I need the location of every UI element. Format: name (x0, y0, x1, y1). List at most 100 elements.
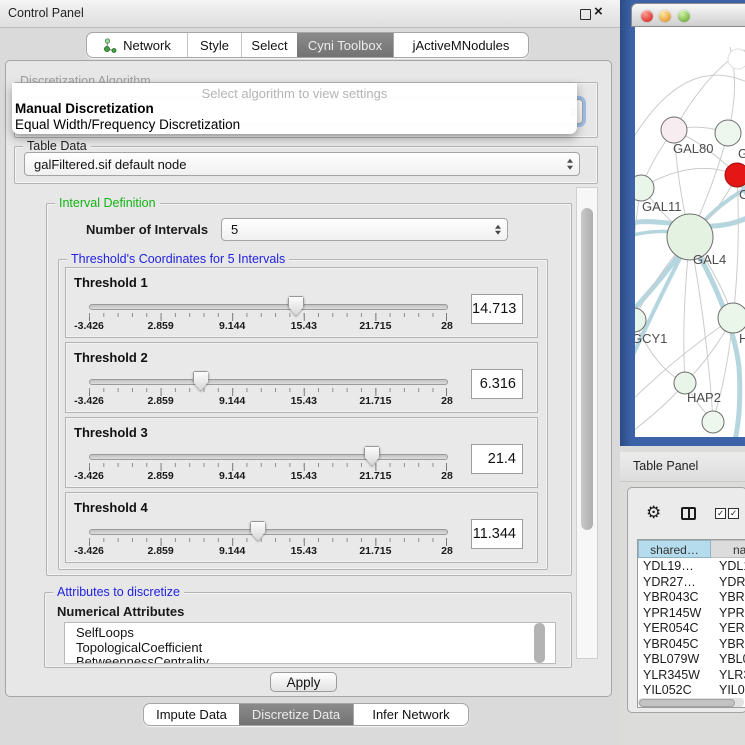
tab-network-label: Network (123, 38, 171, 53)
column-header-name[interactable]: name (711, 540, 745, 558)
tab-style-label: Style (200, 38, 229, 53)
table-horizontal-scrollbar[interactable] (638, 698, 744, 707)
slider-minor-ticks (89, 463, 447, 467)
threshold-2-row: Threshold 2 -3.426 2.859 9.144 15.43 21.… (65, 342, 538, 413)
threshold-1-slider[interactable] (89, 304, 448, 310)
slider-tick-labels: -3.426 2.859 9.144 15.43 21.715 28 (89, 395, 447, 408)
network-canvas[interactable]: GAL80 GA C GAL11 GAL4 GCY1 H HAP2 (635, 27, 745, 437)
node-label-hap2: HAP2 (687, 390, 721, 405)
table-row[interactable]: YBR043CYBR043C (638, 590, 745, 606)
network-nodes[interactable] (635, 49, 745, 433)
slider-tick-labels: -3.426 2.859 9.144 15.43 21.715 28 (89, 545, 447, 558)
list-scrollbar[interactable] (534, 623, 545, 663)
threshold-4-slider[interactable] (89, 529, 448, 535)
table-row[interactable]: YBR045CYBR045C (638, 637, 745, 653)
combo-stepper-icon (495, 224, 501, 235)
bottom-tab-bar: Impute Data Discretize Data Infer Networ… (143, 703, 469, 726)
popup-option-equal-width-frequency[interactable]: Equal Width/Frequency Discretization (12, 117, 577, 133)
tab-infer-network-label: Infer Network (372, 707, 449, 722)
node-gal80 (661, 117, 687, 143)
column-checkbox-icon[interactable]: ✓ (715, 508, 726, 519)
node-label-gal80: GAL80 (673, 141, 713, 156)
tab-select-label: Select (251, 38, 287, 53)
slider-tick-labels: -3.426 2.859 9.144 15.43 21.715 28 (89, 470, 447, 483)
tab-jactivemnodules[interactable]: jActiveMNodules (393, 33, 528, 57)
tab-jactivemnodules-label: jActiveMNodules (413, 38, 510, 53)
numerical-attributes-list[interactable]: SelfLoops TopologicalCoefficient Between… (64, 622, 556, 664)
node-table[interactable]: shared… name YDL19…YDL19… YDR27…YDR27… Y… (637, 539, 745, 708)
node-label-gal4: GAL4 (693, 252, 726, 267)
table-row[interactable]: YPR145WYPR145W (638, 606, 745, 622)
threshold-1-label: Threshold 1 (74, 275, 148, 290)
minimize-traffic-light-icon[interactable] (659, 10, 671, 22)
network-icon (103, 38, 118, 53)
slider-minor-ticks (89, 313, 447, 317)
control-panel: Control Panel × Network Style Select Cyn… (0, 0, 620, 745)
tab-discretize-data-label: Discretize Data (252, 707, 340, 722)
threshold-4-label: Threshold 4 (74, 500, 148, 515)
threshold-1-value-field[interactable]: 14.713 (471, 294, 523, 324)
table-data-select[interactable]: galFiltered.sif default node (24, 152, 580, 176)
tab-infer-network[interactable]: Infer Network (353, 704, 468, 725)
float-window-icon[interactable] (580, 9, 591, 20)
column-header-shared-name[interactable]: shared… (638, 540, 711, 558)
threshold-2-slider[interactable] (89, 379, 448, 385)
list-item[interactable]: BetweennessCentrality (65, 655, 555, 664)
algorithm-dropdown-popup: Select algorithm to view settings Manual… (12, 83, 577, 134)
node-label-h: H (739, 331, 745, 346)
threshold-4-value-field[interactable]: 11.344 (471, 519, 523, 549)
tab-select[interactable]: Select (241, 33, 297, 57)
table-data-group-title: Table Data (23, 139, 91, 153)
close-icon[interactable]: × (594, 3, 603, 20)
table-row[interactable]: YBL079WYBL079W (638, 652, 745, 668)
threshold-2-label: Threshold 2 (74, 350, 148, 365)
popup-prompt: Select algorithm to view settings (12, 86, 577, 101)
panel-title: Control Panel (8, 6, 84, 20)
table-data-selected-value: galFiltered.sif default node (34, 157, 186, 172)
threshold-3-slider[interactable] (89, 454, 448, 460)
list-item[interactable]: TopologicalCoefficient (65, 641, 555, 656)
table-row[interactable]: YIL052CYIL052C (638, 683, 745, 699)
table-horizontal-scrollbar-thumb[interactable] (639, 699, 735, 707)
panel-scrollbar-thumb[interactable] (581, 208, 593, 530)
table-settings-gear-icon[interactable]: ⚙ (646, 503, 661, 523)
table-row[interactable]: YER054CYER054C (638, 621, 745, 637)
table-row[interactable]: YDR27…YDR27… (638, 575, 745, 591)
numerical-attributes-label: Numerical Attributes (57, 604, 184, 619)
popup-option-manual-discretization[interactable]: Manual Discretization (12, 101, 577, 117)
tab-impute-data-label: Impute Data (156, 707, 227, 722)
threshold-1-row: Threshold 1 -3.426 2.859 9.144 15.43 21.… (65, 267, 538, 338)
network-window-titlebar[interactable] (631, 3, 745, 27)
zoom-traffic-light-icon[interactable] (678, 10, 690, 22)
tab-impute-data[interactable]: Impute Data (144, 704, 239, 725)
node-bottom (702, 411, 724, 433)
tab-style[interactable]: Style (187, 33, 241, 57)
threshold-3-value-field[interactable]: 21.4 (471, 444, 523, 474)
split-columns-icon[interactable] (681, 507, 696, 520)
tab-network[interactable]: Network (87, 33, 187, 57)
table-row[interactable]: YLR345WYLR345W (638, 668, 745, 684)
column-checkbox-icon[interactable]: ✓ (728, 508, 739, 519)
attributes-group-title: Attributes to discretize (53, 585, 184, 599)
tab-cyni-toolbox[interactable]: Cyni Toolbox (297, 33, 393, 57)
slider-minor-ticks (89, 538, 447, 542)
tab-discretize-data[interactable]: Discretize Data (239, 704, 353, 725)
node-label-clipped-top: GA (738, 146, 745, 161)
thresholds-group-title: Threshold's Coordinates for 5 Intervals (67, 252, 289, 266)
tab-cyni-toolbox-label: Cyni Toolbox (308, 38, 382, 53)
node-label-gcy1: GCY1 (635, 331, 667, 346)
node-top-right (715, 120, 741, 146)
table-panel-titlebar: Table Panel (620, 452, 745, 482)
node-label-gal11: GAL11 (642, 199, 682, 214)
number-of-intervals-label: Number of Intervals (86, 222, 208, 237)
threshold-2-value-field[interactable]: 6.316 (471, 369, 523, 399)
top-tab-bar: Network Style Select Cyni Toolbox jActiv… (86, 32, 529, 58)
table-row[interactable]: YDL19…YDL19… (638, 559, 745, 575)
list-item[interactable]: SelfLoops (65, 626, 555, 641)
number-of-intervals-select[interactable]: 5 (221, 218, 508, 241)
table-panel-title: Table Panel (633, 459, 698, 473)
control-panel-titlebar: Control Panel × (0, 0, 620, 28)
close-traffic-light-icon[interactable] (641, 10, 653, 22)
apply-button[interactable]: Apply (270, 672, 337, 692)
slider-tick-labels: -3.426 2.859 9.144 15.43 21.715 28 (89, 320, 447, 333)
